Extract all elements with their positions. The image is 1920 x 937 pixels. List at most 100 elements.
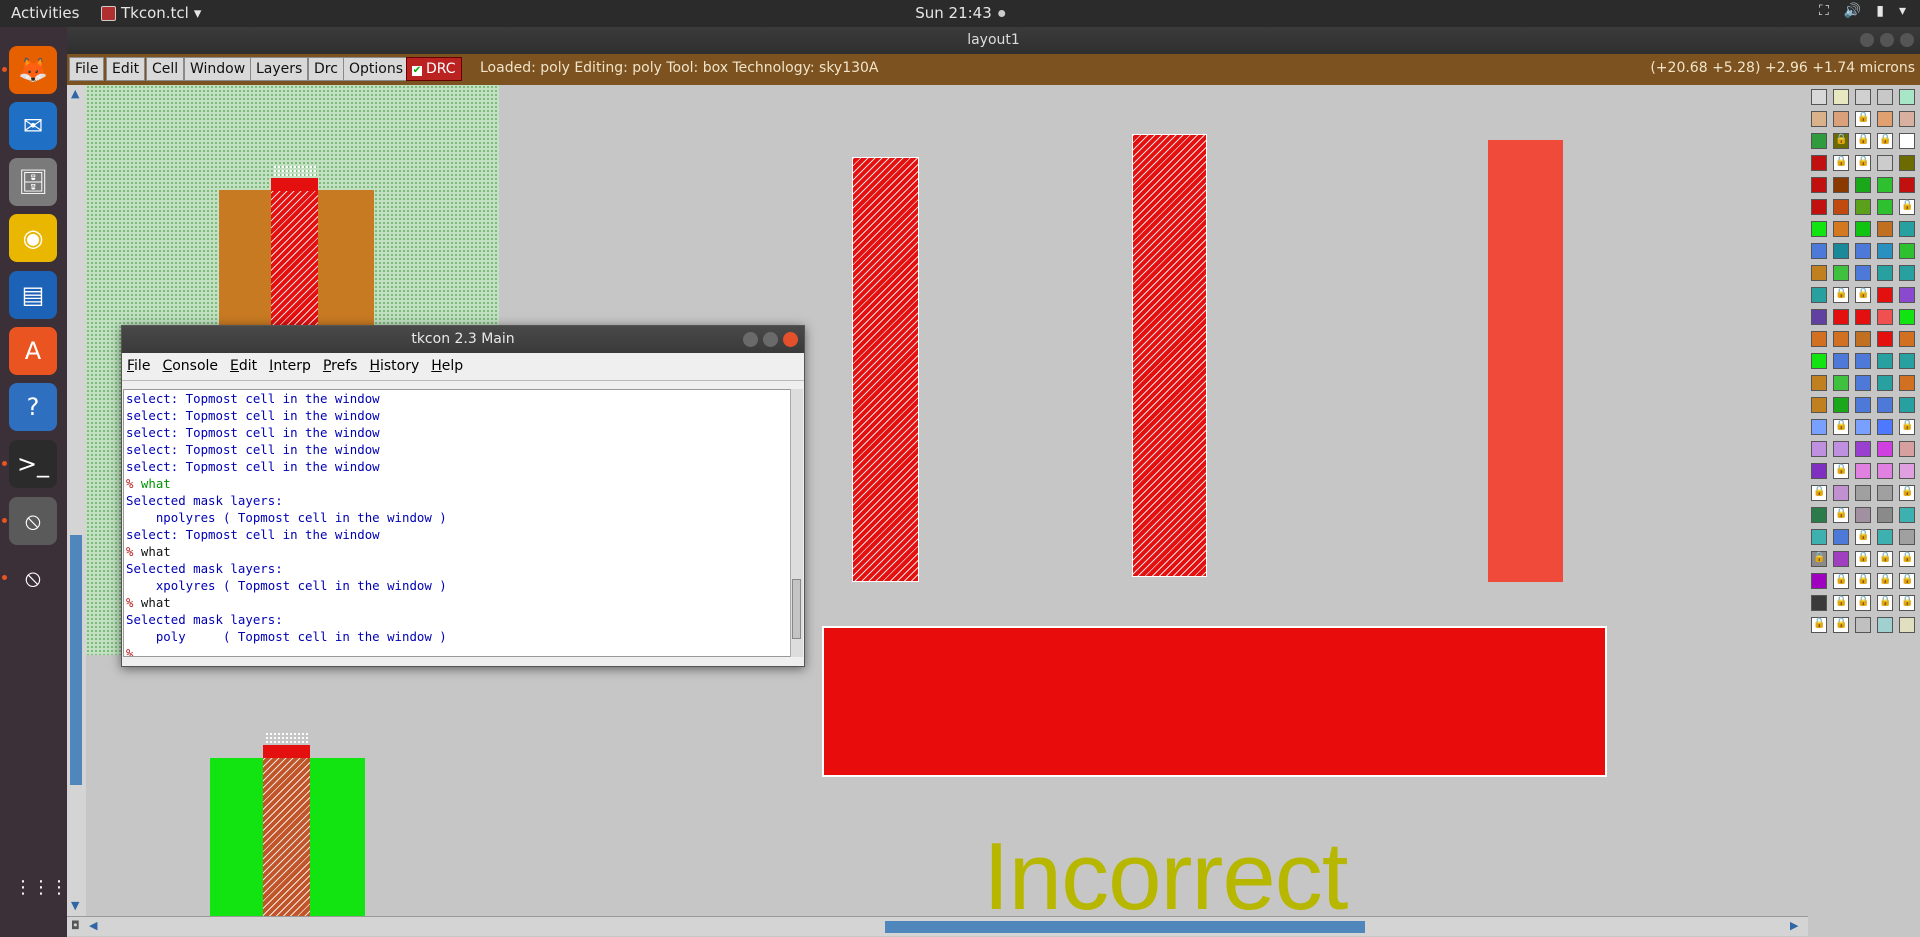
locked-layer-swatch[interactable] xyxy=(1833,155,1849,171)
layer-swatch[interactable] xyxy=(1833,485,1849,501)
clock[interactable]: Sun 21:43 xyxy=(915,4,1005,22)
layer-swatch[interactable] xyxy=(1833,331,1849,347)
layer-swatch[interactable] xyxy=(1877,89,1893,105)
layer-swatch[interactable] xyxy=(1877,287,1893,303)
layer-swatch[interactable] xyxy=(1877,111,1893,127)
layer-swatch[interactable] xyxy=(1855,485,1871,501)
scroll-right-icon[interactable]: ▶ xyxy=(1790,919,1798,932)
locked-layer-swatch[interactable] xyxy=(1899,573,1915,589)
minimize-icon[interactable] xyxy=(743,332,758,347)
layer-swatch[interactable] xyxy=(1855,353,1871,369)
layer-swatch[interactable] xyxy=(1899,177,1915,193)
layer-swatch[interactable] xyxy=(1855,441,1871,457)
rhythmbox-icon[interactable]: ◉ xyxy=(9,214,57,262)
tkcon-menu-history[interactable]: History xyxy=(364,353,424,380)
zoom-box-icon[interactable]: ◘ xyxy=(71,919,80,932)
layer-swatch[interactable] xyxy=(1855,309,1871,325)
layer-swatch[interactable] xyxy=(1833,309,1849,325)
layer-swatch[interactable] xyxy=(1855,463,1871,479)
layer-swatch[interactable] xyxy=(1811,221,1827,237)
tkcon-console-output[interactable]: select: Topmost cell in the window select… xyxy=(123,389,791,657)
tkcon-menu-help[interactable]: Help xyxy=(426,353,468,380)
layer-swatch[interactable] xyxy=(1833,397,1849,413)
layer-swatch[interactable] xyxy=(1899,441,1915,457)
layer-swatch[interactable] xyxy=(1899,155,1915,171)
layer-swatch[interactable] xyxy=(1899,375,1915,391)
vertical-scrollbar[interactable]: ▲ ▼ xyxy=(67,85,87,931)
layer-swatch[interactable] xyxy=(1811,331,1827,347)
maximize-icon[interactable] xyxy=(763,332,778,347)
locked-layer-swatch[interactable] xyxy=(1833,463,1849,479)
locked-layer-swatch[interactable] xyxy=(1855,551,1871,567)
locked-layer-swatch[interactable] xyxy=(1811,617,1827,633)
menu-drc[interactable]: Drc xyxy=(308,57,344,81)
layer-swatch[interactable] xyxy=(1855,331,1871,347)
layer-swatch[interactable] xyxy=(1855,199,1871,215)
layer-swatch[interactable] xyxy=(1877,375,1893,391)
layer-swatch[interactable] xyxy=(1811,243,1827,259)
layer-swatch[interactable] xyxy=(1811,595,1827,611)
layer-swatch[interactable] xyxy=(1899,287,1915,303)
scroll-up-icon[interactable]: ▲ xyxy=(71,87,79,100)
locked-layer-swatch[interactable] xyxy=(1899,595,1915,611)
locked-layer-swatch[interactable] xyxy=(1833,133,1849,149)
system-tray[interactable]: ⛶ 🔊 ▮ ▾ xyxy=(1819,3,1906,19)
maximize-icon[interactable] xyxy=(1880,33,1894,47)
horizontal-scrollbar[interactable]: ◘ ◀ ▶ xyxy=(67,916,1808,936)
selected-poly-box[interactable] xyxy=(822,626,1607,777)
layer-swatch[interactable] xyxy=(1833,111,1849,127)
locked-layer-swatch[interactable] xyxy=(1833,287,1849,303)
layer-swatch[interactable] xyxy=(1877,221,1893,237)
layer-swatch[interactable] xyxy=(1899,353,1915,369)
locked-layer-swatch[interactable] xyxy=(1899,485,1915,501)
layer-swatch[interactable] xyxy=(1833,441,1849,457)
layer-swatch[interactable] xyxy=(1877,397,1893,413)
locked-layer-swatch[interactable] xyxy=(1899,551,1915,567)
layer-swatch[interactable] xyxy=(1877,177,1893,193)
help-icon[interactable]: ? xyxy=(9,383,57,431)
layer-swatch[interactable] xyxy=(1877,331,1893,347)
show-applications-icon[interactable]: ⋮⋮⋮ xyxy=(14,879,68,897)
locked-layer-swatch[interactable] xyxy=(1899,419,1915,435)
close-icon[interactable] xyxy=(1900,33,1914,47)
minimize-icon[interactable] xyxy=(1860,33,1874,47)
layer-swatch[interactable] xyxy=(1833,265,1849,281)
layer-swatch[interactable] xyxy=(1855,221,1871,237)
layer-swatch[interactable] xyxy=(1899,529,1915,545)
layer-swatch[interactable] xyxy=(1877,243,1893,259)
locked-layer-swatch[interactable] xyxy=(1833,617,1849,633)
layer-swatch[interactable] xyxy=(1811,507,1827,523)
layer-swatch[interactable] xyxy=(1899,309,1915,325)
locked-layer-swatch[interactable] xyxy=(1855,133,1871,149)
layer-swatch[interactable] xyxy=(1899,133,1915,149)
layer-swatch[interactable] xyxy=(1899,243,1915,259)
layer-swatch[interactable] xyxy=(1877,419,1893,435)
layer-swatch[interactable] xyxy=(1877,507,1893,523)
layer-swatch[interactable] xyxy=(1877,353,1893,369)
layer-swatch[interactable] xyxy=(1833,89,1849,105)
layer-swatch[interactable] xyxy=(1833,221,1849,237)
locked-layer-swatch[interactable] xyxy=(1833,573,1849,589)
layer-swatch[interactable] xyxy=(1899,397,1915,413)
layer-swatch[interactable] xyxy=(1855,397,1871,413)
layer-swatch[interactable] xyxy=(1811,573,1827,589)
files-icon[interactable]: 🗄 xyxy=(9,158,57,206)
terminal-icon[interactable]: >_ xyxy=(9,440,57,488)
layer-swatch[interactable] xyxy=(1833,353,1849,369)
menu-edit[interactable]: Edit xyxy=(106,57,146,81)
menu-window[interactable]: Window xyxy=(184,57,252,81)
layer-swatch[interactable] xyxy=(1811,287,1827,303)
xwindow-app-icon[interactable]: ⦸ xyxy=(9,497,57,545)
locked-layer-swatch[interactable] xyxy=(1811,551,1827,567)
tkcon-menu-interp[interactable]: Interp xyxy=(264,353,316,380)
layer-swatch[interactable] xyxy=(1877,441,1893,457)
locked-layer-swatch[interactable] xyxy=(1855,529,1871,545)
layer-swatch[interactable] xyxy=(1811,265,1827,281)
layer-swatch[interactable] xyxy=(1811,397,1827,413)
layer-swatch[interactable] xyxy=(1811,309,1827,325)
scroll-down-icon[interactable]: ▼ xyxy=(71,899,79,912)
layer-swatch[interactable] xyxy=(1855,89,1871,105)
menu-cell[interactable]: Cell xyxy=(146,57,185,81)
locked-layer-swatch[interactable] xyxy=(1877,551,1893,567)
layer-swatch[interactable] xyxy=(1899,89,1915,105)
